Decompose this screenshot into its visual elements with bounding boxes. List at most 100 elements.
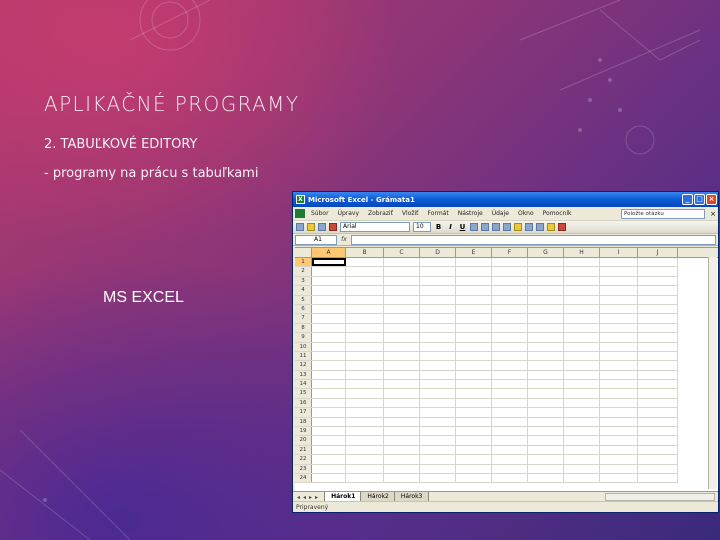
grid-cell[interactable] — [638, 389, 678, 398]
grid-cell[interactable] — [564, 389, 600, 398]
grid-cell[interactable] — [346, 351, 384, 361]
grid-cell[interactable] — [600, 464, 638, 473]
grid-cell[interactable] — [528, 286, 564, 295]
grid-cell[interactable] — [420, 455, 456, 464]
grid-cell[interactable] — [312, 370, 346, 380]
column-header[interactable]: B — [346, 248, 384, 257]
grid-cell[interactable] — [384, 380, 420, 389]
grid-cell[interactable] — [600, 473, 638, 483]
maximize-icon[interactable]: □ — [694, 194, 705, 205]
fx-icon[interactable]: fx — [337, 236, 351, 243]
grid-cell[interactable] — [346, 408, 384, 417]
grid-cell[interactable] — [346, 436, 384, 445]
grid-cell[interactable] — [346, 473, 384, 483]
row-header[interactable]: 22 — [295, 455, 312, 464]
grid-cell[interactable] — [638, 276, 678, 286]
grid-cell[interactable] — [564, 323, 600, 333]
grid-cell[interactable] — [528, 323, 564, 333]
grid-cell[interactable] — [456, 314, 492, 323]
grid-cell[interactable] — [346, 333, 384, 342]
grid-cell[interactable] — [456, 304, 492, 314]
print-icon[interactable] — [329, 223, 337, 231]
grid-cell[interactable] — [638, 380, 678, 389]
grid-cell[interactable] — [312, 361, 346, 370]
grid-cell[interactable] — [492, 464, 528, 473]
close-icon[interactable]: × — [706, 194, 717, 205]
grid-cell[interactable] — [312, 445, 346, 455]
grid-cell[interactable] — [312, 351, 346, 361]
grid-cell[interactable] — [346, 267, 384, 276]
formula-input[interactable] — [351, 234, 716, 245]
column-header[interactable]: H — [564, 248, 600, 257]
grid-cell[interactable] — [528, 333, 564, 342]
row-header[interactable]: 14 — [295, 380, 312, 389]
menu-item[interactable]: Súbor — [311, 210, 329, 217]
grid-cell[interactable] — [420, 351, 456, 361]
grid-cell[interactable] — [420, 295, 456, 304]
grid-cell[interactable] — [346, 417, 384, 427]
align-center-icon[interactable] — [481, 223, 489, 231]
column-header[interactable]: A — [312, 248, 346, 257]
grid-cell[interactable] — [456, 380, 492, 389]
menu-item[interactable]: Zobraziť — [368, 210, 393, 217]
grid-cell[interactable] — [384, 333, 420, 342]
spreadsheet-grid[interactable]: ABCDEFGHIJ 1 2 3 4 5 6 7 8 9 10 11 12 13 14 15 16 17 18 19… — [295, 247, 718, 491]
grid-cell[interactable] — [420, 398, 456, 408]
grid-cell[interactable] — [600, 323, 638, 333]
grid-cell[interactable] — [456, 323, 492, 333]
grid-cell[interactable] — [384, 286, 420, 295]
grid-cell[interactable] — [600, 361, 638, 370]
help-search-input[interactable]: Položte otázku — [621, 208, 705, 219]
grid-cell[interactable] — [346, 276, 384, 286]
grid-cell[interactable] — [312, 342, 346, 351]
grid-cell[interactable] — [638, 436, 678, 445]
grid-cell[interactable] — [384, 314, 420, 323]
grid-cell[interactable] — [420, 370, 456, 380]
grid-cell[interactable] — [638, 304, 678, 314]
grid-cell[interactable] — [638, 258, 678, 267]
grid-cell[interactable] — [312, 286, 346, 295]
grid-cell[interactable] — [384, 258, 420, 267]
grid-cell[interactable] — [492, 267, 528, 276]
select-all-corner[interactable] — [295, 248, 312, 257]
grid-cell[interactable] — [492, 286, 528, 295]
grid-cell[interactable] — [528, 351, 564, 361]
grid-cell[interactable] — [564, 436, 600, 445]
grid-cell[interactable] — [420, 436, 456, 445]
grid-cell[interactable] — [600, 304, 638, 314]
sheet-navigation[interactable]: ◂ ◂ ▸ ▸ — [293, 494, 318, 501]
grid-cell[interactable] — [600, 258, 638, 267]
row-header[interactable]: 13 — [295, 370, 312, 380]
grid-cell[interactable] — [492, 380, 528, 389]
menu-item[interactable]: Formát — [428, 210, 449, 217]
row-header[interactable]: 5 — [295, 295, 312, 304]
minimize-icon[interactable]: _ — [682, 194, 693, 205]
grid-cell[interactable] — [420, 408, 456, 417]
grid-cell[interactable] — [638, 323, 678, 333]
grid-cell[interactable] — [420, 473, 456, 483]
underline-icon[interactable]: U — [458, 223, 467, 231]
grid-cell[interactable] — [600, 370, 638, 380]
vertical-scrollbar[interactable] — [708, 257, 717, 489]
grid-cell[interactable] — [492, 304, 528, 314]
grid-cell[interactable] — [492, 361, 528, 370]
grid-cell[interactable] — [564, 408, 600, 417]
grid-cell[interactable] — [600, 455, 638, 464]
grid-cell[interactable] — [528, 398, 564, 408]
grid-cell[interactable] — [638, 342, 678, 351]
grid-cell[interactable] — [528, 276, 564, 286]
grid-cell[interactable] — [346, 323, 384, 333]
grid-cell[interactable] — [312, 304, 346, 314]
grid-cell[interactable] — [638, 473, 678, 483]
open-folder-icon[interactable] — [307, 223, 315, 231]
row-header[interactable]: 1 — [295, 258, 312, 267]
grid-cell[interactable] — [346, 304, 384, 314]
grid-cell[interactable] — [600, 398, 638, 408]
next-sheet-icon[interactable]: ▸ — [309, 494, 312, 501]
grid-cell[interactable] — [384, 408, 420, 417]
grid-cell[interactable] — [456, 361, 492, 370]
grid-cell[interactable] — [346, 295, 384, 304]
grid-cell[interactable] — [564, 445, 600, 455]
grid-cell[interactable] — [600, 389, 638, 398]
grid-cell[interactable] — [564, 370, 600, 380]
